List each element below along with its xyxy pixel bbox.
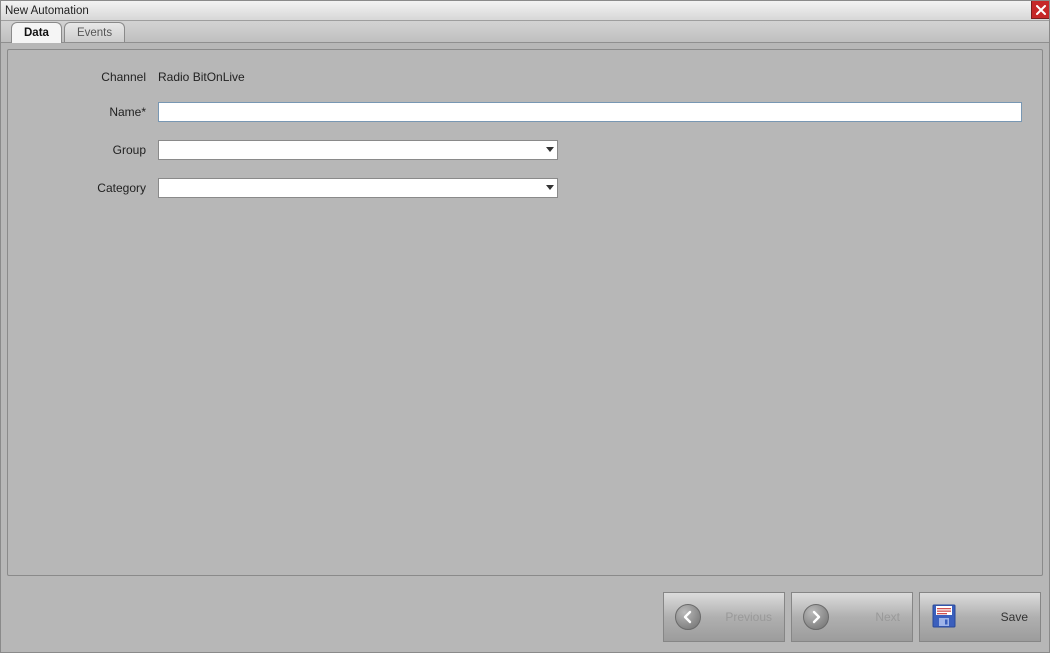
next-icon-slot xyxy=(802,604,830,630)
arrow-left-icon xyxy=(675,604,701,630)
close-button[interactable] xyxy=(1031,1,1049,19)
form-panel: Channel Radio BitOnLive Name* Group Cate… xyxy=(7,49,1043,576)
next-label: Next xyxy=(840,610,902,624)
tab-data[interactable]: Data xyxy=(11,22,62,43)
group-label: Group xyxy=(28,143,158,157)
panel-wrap: Channel Radio BitOnLive Name* Group Cate… xyxy=(1,43,1049,582)
channel-value: Radio BitOnLive xyxy=(158,70,245,84)
footer: Previous Next xyxy=(1,582,1049,652)
previous-button[interactable]: Previous xyxy=(663,592,785,642)
row-category: Category xyxy=(28,178,1022,198)
category-input[interactable] xyxy=(158,178,558,198)
tab-events-label: Events xyxy=(77,27,112,39)
category-combo[interactable] xyxy=(158,178,558,198)
tab-events[interactable]: Events xyxy=(64,22,125,42)
row-name: Name* xyxy=(28,102,1022,122)
row-group: Group xyxy=(28,140,1022,160)
name-label: Name* xyxy=(28,105,158,119)
category-label: Category xyxy=(28,181,158,195)
next-button[interactable]: Next xyxy=(791,592,913,642)
arrow-right-icon xyxy=(803,604,829,630)
group-combo[interactable] xyxy=(158,140,558,160)
save-label: Save xyxy=(968,610,1030,624)
tab-strip: Data Events xyxy=(1,21,1049,43)
close-icon xyxy=(1036,5,1046,15)
previous-label: Previous xyxy=(712,610,774,624)
row-channel: Channel Radio BitOnLive xyxy=(28,70,1022,84)
window: New Automation Data Events Channel Radio… xyxy=(0,0,1050,653)
floppy-disk-icon xyxy=(931,603,957,632)
tab-data-label: Data xyxy=(24,27,49,39)
group-input[interactable] xyxy=(158,140,558,160)
name-input[interactable] xyxy=(158,102,1022,122)
titlebar: New Automation xyxy=(1,1,1049,21)
save-icon-slot xyxy=(930,603,958,632)
save-button[interactable]: Save xyxy=(919,592,1041,642)
window-title: New Automation xyxy=(5,5,89,17)
channel-label: Channel xyxy=(28,70,158,84)
previous-icon-slot xyxy=(674,604,702,630)
